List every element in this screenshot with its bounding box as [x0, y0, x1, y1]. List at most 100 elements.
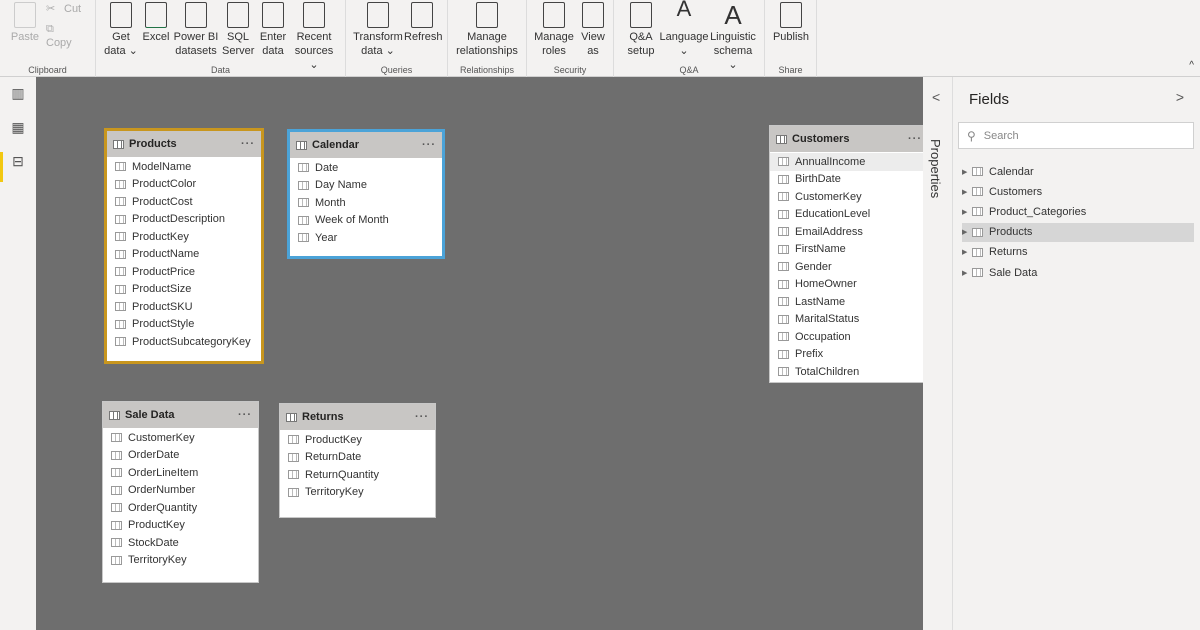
table-card-customers[interactable]: Customers ··· AnnualIncome BirthDate Custome…	[769, 125, 923, 383]
field-row[interactable]: ProductSize	[107, 281, 261, 299]
recent-sources-button[interactable]: Recent sources ⌄	[290, 0, 338, 72]
field-row[interactable]: OrderNumber	[103, 482, 258, 500]
field-row[interactable]: ProductCost	[107, 193, 261, 211]
field-row[interactable]: FirstName	[770, 241, 923, 259]
field-row[interactable]: EducationLevel	[770, 206, 923, 224]
expand-arrow-icon[interactable]: ▶	[962, 208, 972, 216]
refresh-button[interactable]: Refresh	[404, 0, 443, 44]
manage-roles-button[interactable]: Manage roles	[532, 0, 576, 58]
field-row[interactable]: ProductDescription	[107, 211, 261, 229]
view-as-button[interactable]: View as	[578, 0, 608, 58]
fields-item-calendar[interactable]: ▶ Calendar	[962, 162, 1194, 181]
user-key-icon	[543, 2, 565, 28]
field-row[interactable]: Date	[290, 159, 442, 177]
field-row[interactable]: BirthDate	[770, 171, 923, 189]
more-options-button[interactable]: ···	[415, 411, 429, 423]
field-row[interactable]: ReturnDate	[280, 449, 435, 467]
model-canvas[interactable]: Products ··· ModelName ProductColor ProductC…	[36, 77, 923, 630]
expand-arrow-icon[interactable]: ▶	[962, 188, 972, 196]
search-input[interactable]: ⚲ Search	[958, 122, 1194, 149]
field-row[interactable]: TotalChildren	[770, 363, 923, 381]
fields-item-returns[interactable]: ▶ Returns	[962, 243, 1194, 262]
field-row[interactable]: TerritoryKey	[280, 484, 435, 502]
copy-button[interactable]: ⧉ Copy	[46, 22, 88, 50]
field-row[interactable]: Week of Month	[290, 212, 442, 230]
q-a-setup-button[interactable]: Q&A setup	[622, 0, 660, 58]
manage-relationships-button[interactable]: Manage relationships	[452, 0, 522, 58]
field-row[interactable]: Prefix	[770, 346, 923, 364]
field-row[interactable]: CustomerKey	[770, 188, 923, 206]
item-label: Products	[989, 226, 1033, 239]
field-row[interactable]: OrderDate	[103, 447, 258, 465]
field-row[interactable]: ProductColor	[107, 176, 261, 194]
enter-data-button[interactable]: Enter data	[256, 0, 290, 58]
field-row[interactable]: ProductKey	[103, 517, 258, 535]
more-options-button[interactable]: ···	[241, 138, 255, 150]
table-header[interactable]: Sale Data ···	[103, 402, 258, 428]
collapse-ribbon-icon[interactable]: ^	[1189, 60, 1194, 71]
field-row[interactable]: OrderLineItem	[103, 464, 258, 482]
field-row[interactable]: ProductName	[107, 246, 261, 264]
field-row[interactable]: Year	[290, 229, 442, 247]
field-row[interactable]: Gender	[770, 258, 923, 276]
model-view-icon[interactable]: ⊟	[8, 153, 28, 173]
field-row[interactable]: ProductSubcategoryKey	[107, 333, 261, 351]
fields-item-products[interactable]: ▶ Products	[962, 222, 1194, 242]
chevron-right-icon[interactable]: >	[1176, 89, 1184, 105]
table-card-sale-data[interactable]: Sale Data ··· CustomerKey OrderDate OrderLin…	[102, 401, 259, 583]
field-row[interactable]: EmailAddress	[770, 223, 923, 241]
column-icon	[115, 162, 126, 172]
field-row[interactable]: MaritalStatus	[770, 311, 923, 329]
expand-arrow-icon[interactable]: ▶	[962, 168, 972, 176]
language-button[interactable]: A Language ⌄	[659, 0, 709, 58]
paste-button[interactable]: Paste	[6, 0, 44, 44]
field-row[interactable]: TerritoryKey	[103, 552, 258, 570]
cut-button[interactable]: ✂ Cut	[46, 2, 88, 16]
linguistic-schema-button[interactable]: A Linguistic schema ⌄	[709, 0, 757, 72]
properties-pane[interactable]: < Properties	[923, 77, 953, 630]
chevron-left-icon[interactable]: <	[932, 89, 940, 105]
properties-label[interactable]: Properties	[928, 139, 943, 198]
transform-data-button[interactable]: Transform data ⌄	[352, 0, 404, 58]
table-card-products[interactable]: Products ··· ModelName ProductColor ProductC…	[104, 128, 264, 364]
table-header[interactable]: Calendar ···	[290, 132, 442, 158]
table-header[interactable]: Returns ···	[280, 404, 435, 430]
expand-arrow-icon[interactable]: ▶	[962, 228, 972, 236]
field-row[interactable]: Month	[290, 194, 442, 212]
field-row[interactable]: ModelName	[107, 158, 261, 176]
more-options-button[interactable]: ···	[908, 133, 922, 145]
publish-button[interactable]: Publish	[770, 0, 812, 44]
field-row[interactable]: ProductKey	[107, 228, 261, 246]
expand-arrow-icon[interactable]: ▶	[962, 248, 972, 256]
field-row[interactable]: LastName	[770, 293, 923, 311]
button-label: Linguistic schema ⌄	[710, 31, 756, 71]
field-row[interactable]: OrderQuantity	[103, 499, 258, 517]
field-row[interactable]: ReturnQuantity	[280, 466, 435, 484]
field-row[interactable]: ProductStyle	[107, 316, 261, 334]
sql-server-button[interactable]: SQL Server	[222, 0, 254, 58]
field-row[interactable]: ProductSKU	[107, 298, 261, 316]
excel-button[interactable]: Excel	[142, 0, 170, 44]
expand-arrow-icon[interactable]: ▶	[962, 269, 972, 277]
field-row[interactable]: ProductPrice	[107, 263, 261, 281]
fields-item-customers[interactable]: ▶ Customers	[962, 182, 1194, 201]
table-card-calendar[interactable]: Calendar ··· Date Day Name Month Week of Mont…	[287, 129, 445, 259]
field-row[interactable]: Occupation	[770, 328, 923, 346]
field-row[interactable]: ProductKey	[280, 431, 435, 449]
fields-item-sale-data[interactable]: ▶ Sale Data	[962, 263, 1194, 282]
table-header[interactable]: Products ···	[107, 131, 261, 157]
report-view-icon[interactable]: ▥	[8, 85, 28, 105]
table-header[interactable]: Customers ···	[770, 126, 923, 152]
data-view-icon[interactable]: ▦	[8, 119, 28, 139]
power-bi-datasets-button[interactable]: Power BI datasets	[173, 0, 219, 58]
more-options-button[interactable]: ···	[422, 139, 436, 151]
more-options-button[interactable]: ···	[238, 409, 252, 421]
field-row[interactable]: AnnualIncome	[770, 153, 923, 171]
field-row[interactable]: Day Name	[290, 177, 442, 195]
fields-item-product-categories[interactable]: ▶ Product_Categories	[962, 202, 1194, 221]
get-data-button[interactable]: Get data ⌄	[104, 0, 138, 58]
table-card-returns[interactable]: Returns ··· ProductKey ReturnDate ReturnQuan…	[279, 403, 436, 518]
field-row[interactable]: CustomerKey	[103, 429, 258, 447]
field-row[interactable]: StockDate	[103, 534, 258, 552]
field-row[interactable]: HomeOwner	[770, 276, 923, 294]
